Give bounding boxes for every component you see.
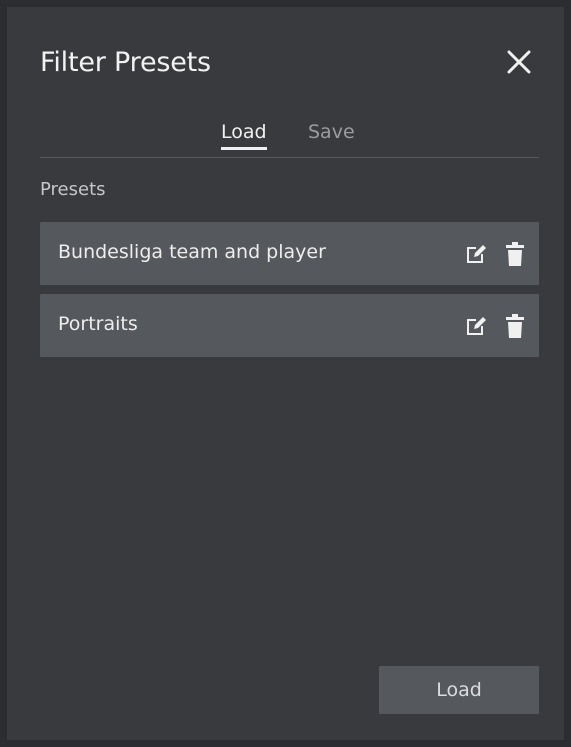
tab-save[interactable]: Save	[308, 121, 355, 143]
tab-bar: Load Save	[40, 117, 539, 158]
edit-icon	[467, 317, 486, 335]
dialog-header: Filter Presets	[40, 47, 534, 87]
list-item[interactable]: Bundesliga team and player	[40, 222, 539, 285]
load-button[interactable]: Load	[379, 666, 539, 714]
tab-load[interactable]: Load	[221, 121, 267, 150]
trash-icon	[506, 314, 524, 338]
preset-label: Bundesliga team and player	[58, 241, 326, 263]
delete-button[interactable]	[505, 314, 525, 338]
list-item[interactable]: Portraits	[40, 294, 539, 357]
trash-icon	[506, 242, 524, 266]
delete-button[interactable]	[505, 242, 525, 266]
presets-section-label: Presets	[40, 179, 106, 200]
preset-label: Portraits	[58, 313, 138, 335]
edit-icon	[467, 245, 486, 263]
filter-presets-dialog: Filter Presets Load Save Presets Bundesl…	[6, 6, 565, 741]
presets-list: Bundesliga team and player Portraits	[40, 222, 539, 366]
dialog-title: Filter Presets	[40, 47, 211, 78]
edit-button[interactable]	[465, 315, 487, 337]
close-button[interactable]	[504, 47, 534, 77]
edit-button[interactable]	[465, 243, 487, 265]
close-icon	[507, 50, 531, 74]
